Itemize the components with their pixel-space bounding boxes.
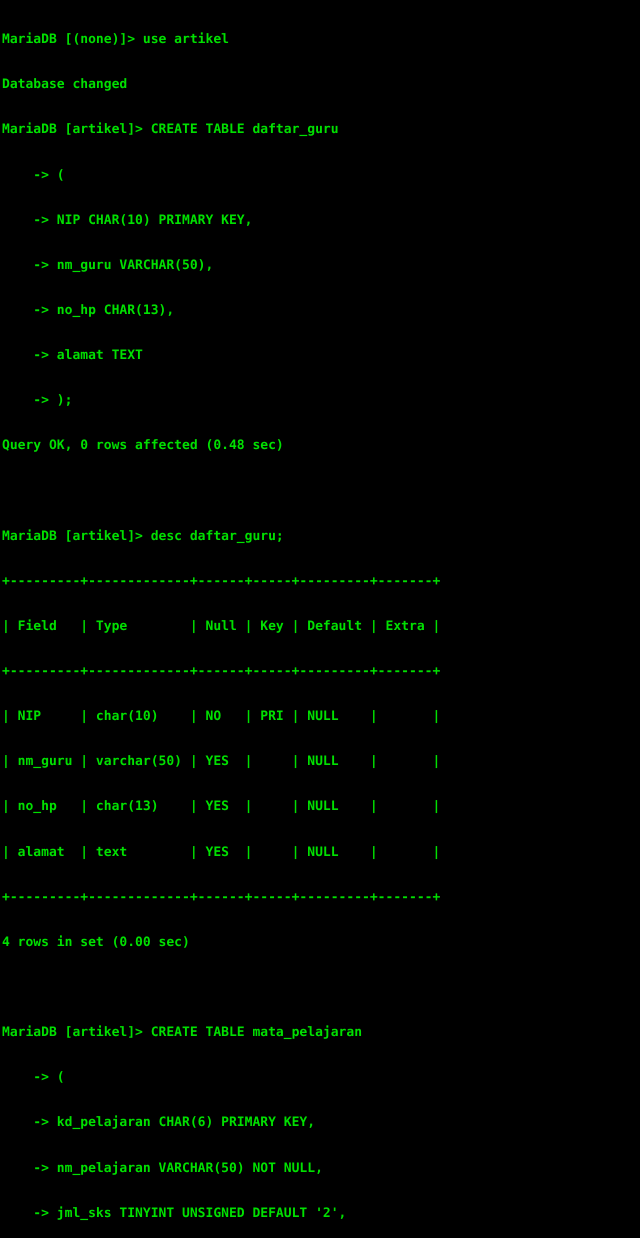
table-row: | no_hp | char(13) | YES | | NULL | | <box>2 799 441 815</box>
terminal-line: -> kd_pelajaran CHAR(6) PRIMARY KEY, <box>2 1115 316 1131</box>
table-border-top: +---------+-------------+------+-----+--… <box>2 573 441 589</box>
terminal-line: MariaDB [artikel]> desc daftar_guru; <box>2 528 284 544</box>
terminal-screen[interactable]: MariaDB [(none)]> use artikel Database c… <box>0 0 640 1221</box>
terminal-line: -> alamat TEXT <box>2 348 143 364</box>
table-border-mid: +---------+-------------+------+-----+--… <box>2 664 441 680</box>
terminal-line: MariaDB [(none)]> use artikel <box>2 32 229 48</box>
terminal-line: Query OK, 0 rows affected (0.48 sec) <box>2 438 284 454</box>
terminal-line: -> nm_guru VARCHAR(50), <box>2 257 214 273</box>
table-row: | NIP | char(10) | NO | PRI | NULL | | <box>2 709 441 725</box>
terminal-line: -> NIP CHAR(10) PRIMARY KEY, <box>2 212 253 228</box>
terminal-line: -> ); <box>2 393 73 409</box>
table-header-row: | Field | Type | Null | Key | Default | … <box>2 618 441 634</box>
terminal-line: -> ( <box>2 167 65 183</box>
terminal-line: -> ( <box>2 1070 65 1086</box>
row-count-status: 4 rows in set (0.00 sec) <box>2 934 190 950</box>
terminal-line: -> nm_pelajaran VARCHAR(50) NOT NULL, <box>2 1160 323 1176</box>
terminal-line: -> jml_sks TINYINT UNSIGNED DEFAULT '2', <box>2 1205 347 1221</box>
terminal-line: Database changed <box>2 77 128 93</box>
table-row: | alamat | text | YES | | NULL | | <box>2 844 441 860</box>
table-border-bottom: +---------+-------------+------+-----+--… <box>2 889 441 905</box>
terminal-line: MariaDB [artikel]> CREATE TABLE daftar_g… <box>2 122 339 138</box>
terminal-line: MariaDB [artikel]> CREATE TABLE mata_pel… <box>2 1025 363 1041</box>
terminal-line: -> no_hp CHAR(13), <box>2 302 175 318</box>
table-row: | nm_guru | varchar(50) | YES | | NULL |… <box>2 754 441 770</box>
